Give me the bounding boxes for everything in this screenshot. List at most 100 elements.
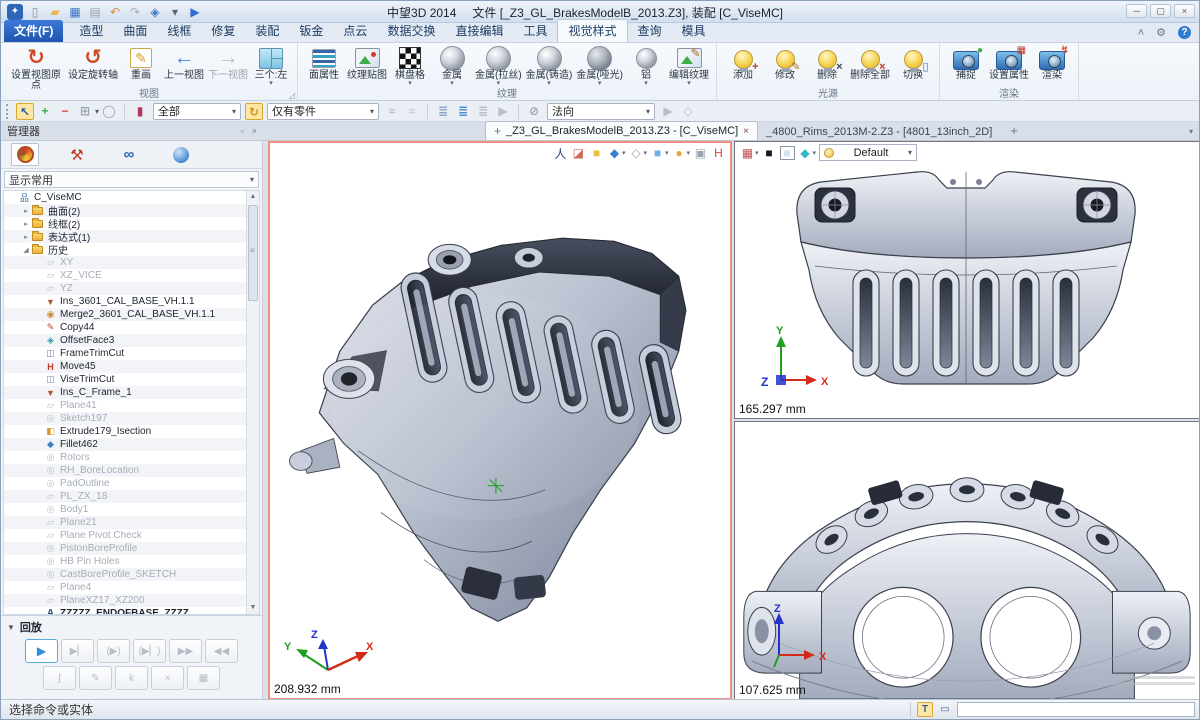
manager-tab-render[interactable] xyxy=(167,143,195,166)
list-filter-alt-icon[interactable]: ≣ xyxy=(474,103,492,120)
tree-scrollbar[interactable]: ▲ ▼ xyxy=(246,191,259,614)
text-entry-toggle-icon[interactable]: T xyxy=(917,702,933,717)
manager-tab-history[interactable] xyxy=(11,143,39,166)
menu-tab-3[interactable]: 线框 xyxy=(157,20,201,42)
viewport-bottom-right[interactable]: Z X 107.625 mm xyxy=(734,421,1200,700)
black-swatch-icon[interactable]: ■ xyxy=(762,145,777,161)
tree-item-16[interactable]: ▼Ins_C_Frame_1 xyxy=(4,386,246,399)
link-pick-icon[interactable]: ◇ xyxy=(679,103,697,120)
delete-light-button[interactable]: ×删除 xyxy=(806,44,848,82)
next-view-button[interactable]: →下一视图 xyxy=(206,44,250,82)
replay-delete-button[interactable]: × xyxy=(151,666,184,690)
menu-tab-4[interactable]: 修复 xyxy=(201,20,245,42)
tree-item-13[interactable]: ◫FrameTrimCut xyxy=(4,347,246,360)
manager-tab-visual[interactable]: ∞ xyxy=(115,143,143,166)
playback-header[interactable]: ▼ 回放 xyxy=(1,616,262,636)
tree-item-3[interactable]: ▸线框(2) xyxy=(4,217,246,230)
pick-last-icon[interactable]: ▶ xyxy=(494,103,512,120)
tree-item-30[interactable]: ◎CastBoreProfile_SKETCH xyxy=(4,568,246,581)
highlight-display-icon[interactable]: ●▾ xyxy=(671,145,690,161)
play-pause-button[interactable]: (▶▏) xyxy=(133,639,166,663)
tree-item-11[interactable]: ✎Copy44 xyxy=(4,321,246,334)
tree-item-19[interactable]: ◧Extrude179_Isection xyxy=(4,425,246,438)
render-attributes-button[interactable]: ▦设置属性 xyxy=(987,44,1031,82)
add-light-button[interactable]: +添加 xyxy=(722,44,764,82)
menu-tab-6[interactable]: 钣金 xyxy=(289,20,333,42)
capture-button[interactable]: ●捕捉 xyxy=(945,44,987,82)
tree-item-23[interactable]: ◎PadOutline xyxy=(4,477,246,490)
command-input[interactable] xyxy=(957,702,1195,717)
remove-from-selection-icon[interactable]: − xyxy=(56,103,74,120)
shaded-display-icon[interactable]: ◆▾ xyxy=(607,145,626,161)
tree-expander-icon[interactable]: ▸ xyxy=(21,207,31,215)
tab-plus-icon[interactable]: + xyxy=(494,124,501,138)
tree-expander-icon[interactable]: ▸ xyxy=(21,233,31,241)
manager-pin-icon[interactable]: ▫ xyxy=(241,126,244,136)
menu-tab-11[interactable]: 视觉样式 xyxy=(557,19,627,42)
tree-item-10[interactable]: ◉Merge2_3601_CAL_BASE_VH.1.1 xyxy=(4,308,246,321)
replay-sketch-button[interactable]: ✎ xyxy=(79,666,112,690)
bounding-box-icon[interactable]: ■ xyxy=(589,145,604,161)
manager-tab-assembly[interactable]: ⚒ xyxy=(63,143,91,166)
tree-item-9[interactable]: ▼Ins_3601_CAL_BASE_VH.1.1 xyxy=(4,295,246,308)
tree-item-7[interactable]: ▱XZ_VICE xyxy=(4,269,246,282)
texture-map-button[interactable]: 纹理贴图 xyxy=(345,44,389,82)
open-folder-icon[interactable]: ▰ xyxy=(47,4,63,20)
toggle-light-button[interactable]: ▯切换 xyxy=(892,44,934,82)
checkerboard-button[interactable]: 棋盘格▾ xyxy=(389,44,431,88)
light-scheme-combo[interactable]: Default▾ xyxy=(819,144,917,161)
normal-direction-combo[interactable]: 法向▾ xyxy=(547,103,655,120)
document-tab-1[interactable]: +_Z3_GL_BrakesModelB_2013.Z3 - [C_ViseMC… xyxy=(485,121,758,140)
display-filter-combo[interactable]: 显示常用 ▾ xyxy=(4,171,259,188)
redraw-button[interactable]: ✎重画 xyxy=(120,44,162,82)
play-through-button[interactable]: (▶) xyxy=(97,639,130,663)
section-view-icon[interactable]: H xyxy=(711,145,726,161)
scroll-down-icon[interactable]: ▼ xyxy=(247,602,259,614)
add-to-selection-icon[interactable]: + xyxy=(36,103,54,120)
viewport-layout-button[interactable]: 三个:左▾ xyxy=(250,44,292,88)
tree-expander-icon[interactable]: ◢ xyxy=(21,246,31,254)
dialog-launcher-icon[interactable]: ◿ xyxy=(289,91,295,100)
light-swatch-icon[interactable]: ■ xyxy=(780,145,795,161)
document-tab-2[interactable]: _4800_Rims_2013M-2.Z3 - [4801_13inch_2D] xyxy=(758,124,1000,140)
tree-item-5[interactable]: ◢历史 xyxy=(4,243,246,256)
play-to-next-button[interactable]: ▶▏ xyxy=(61,639,94,663)
tree-item-8[interactable]: ▱YZ xyxy=(4,282,246,295)
menu-tab-13[interactable]: 模具 xyxy=(672,20,716,42)
tree-item-12[interactable]: ◈OffsetFace3 xyxy=(4,334,246,347)
menu-tab-8[interactable]: 数据交换 xyxy=(377,20,445,42)
toolbar-handle[interactable] xyxy=(6,104,10,119)
settings-gear-icon[interactable]: ⚙ xyxy=(1156,26,1166,39)
tree-item-2[interactable]: ▸曲面(2) xyxy=(4,204,246,217)
play-fast-forward-button[interactable]: ▶▶ xyxy=(169,639,202,663)
walkthrough-icon[interactable]: 人 xyxy=(553,145,568,161)
tab-close-icon[interactable]: × xyxy=(743,126,749,137)
tree-item-1[interactable]: 品C_ViseMC xyxy=(4,191,246,204)
tab-overflow-icon[interactable]: ▾ xyxy=(1189,127,1193,136)
tree-item-27[interactable]: ▱Plane Pivot Check xyxy=(4,529,246,542)
menu-tab-9[interactable]: 直接编辑 xyxy=(445,20,513,42)
metal-cast-button[interactable]: 金属(铸造)▾ xyxy=(524,44,575,88)
menu-tab-2[interactable]: 曲面 xyxy=(113,20,157,42)
aluminum-button[interactable]: 铝▾ xyxy=(625,44,667,88)
restore-button[interactable]: ▢ xyxy=(1150,4,1171,18)
scroll-up-icon[interactable]: ▲ xyxy=(247,191,259,203)
new-file-icon[interactable]: ▯ xyxy=(27,4,43,20)
eraser-icon[interactable]: ◪ xyxy=(571,145,586,161)
pick-cursor-icon[interactable]: ↖ xyxy=(16,103,34,120)
tree-item-17[interactable]: ▱Plane41 xyxy=(4,399,246,412)
tree-item-29[interactable]: ◎HB Pin Holes xyxy=(4,555,246,568)
window-select-icon[interactable]: ⊞ xyxy=(76,103,94,120)
tree-item-18[interactable]: ◎Sketch197 xyxy=(4,412,246,425)
material-icon[interactable]: ◆▾ xyxy=(798,145,817,161)
play-button[interactable]: ▶ xyxy=(25,639,58,663)
tree-item-32[interactable]: ▱PlaneXZ17_XZ200 xyxy=(4,594,246,607)
viewport-main[interactable]: 人◪■◆▾◇▾■▾●▾▣H xyxy=(268,141,732,700)
save-icon[interactable]: ▦ xyxy=(67,4,83,20)
play-rewind-button[interactable]: ◀◀ xyxy=(205,639,238,663)
tree-item-33[interactable]: AZZZZZ_ENDOFBASE_ZZZZ xyxy=(4,607,246,615)
delete-all-lights-button[interactable]: ×删除全部 xyxy=(848,44,892,82)
tree-item-22[interactable]: ◎RH_BoreLocation xyxy=(4,464,246,477)
tree-item-15[interactable]: ◫ViseTrimCut xyxy=(4,373,246,386)
tree-item-25[interactable]: ◎Body1 xyxy=(4,503,246,516)
